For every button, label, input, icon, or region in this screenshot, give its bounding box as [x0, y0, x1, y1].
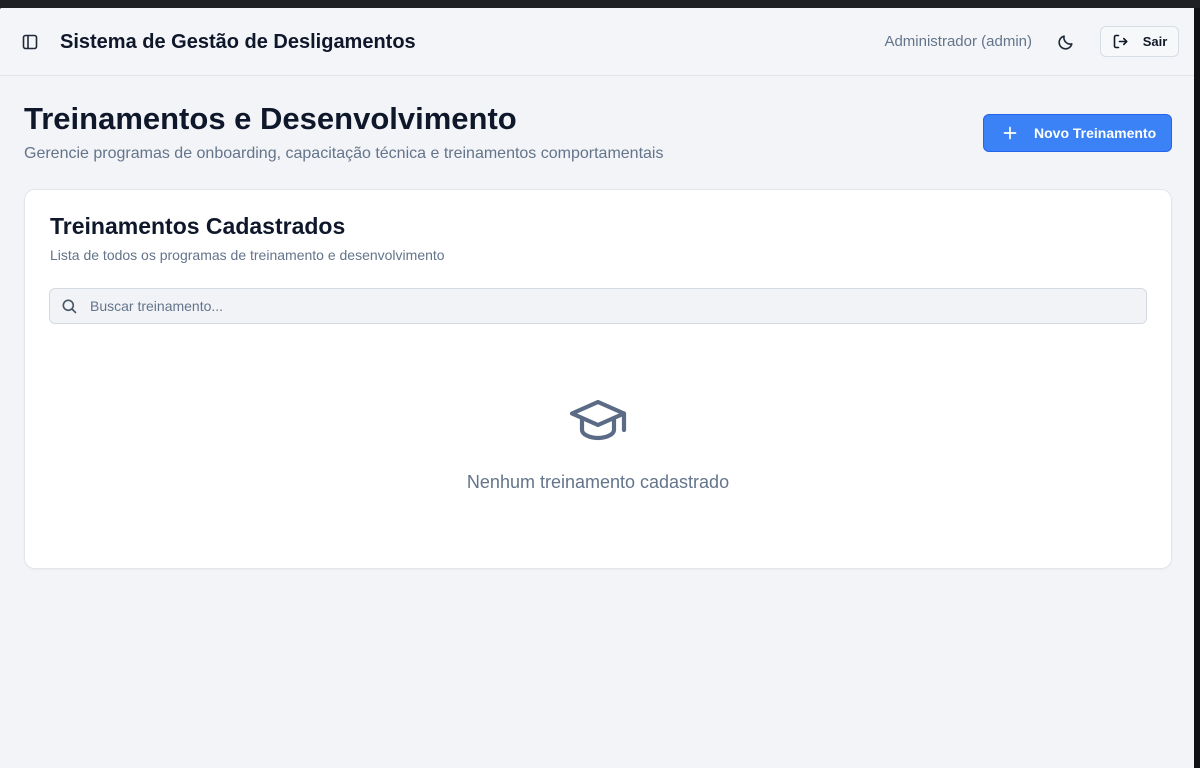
sidebar-toggle-button[interactable] [18, 30, 42, 54]
search-input[interactable] [90, 289, 1130, 323]
new-training-button-label: Novo Treinamento [1034, 125, 1157, 141]
current-user-label: Administrador (admin) [884, 33, 1032, 50]
moon-icon [1058, 35, 1073, 50]
logout-label: Sair [1142, 34, 1168, 49]
graduation-cap-icon [569, 399, 627, 441]
app-window: Sistema de Gestão de Desligamentos Admin… [0, 8, 1194, 768]
plus-icon [1003, 126, 1017, 140]
card-subtitle: Lista de todos os programas de treinamen… [50, 247, 445, 263]
page-title: Treinamentos e Desenvolvimento [24, 101, 517, 136]
card-title: Treinamentos Cadastrados [50, 213, 346, 239]
page-subtitle: Gerencie programas de onboarding, capaci… [24, 145, 664, 162]
new-training-button[interactable]: Novo Treinamento [983, 114, 1172, 152]
logout-button[interactable]: Sair [1100, 26, 1179, 57]
window-edge [1194, 8, 1200, 768]
logout-icon [1113, 34, 1128, 49]
trainings-card: Treinamentos Cadastrados Lista de todos … [24, 189, 1172, 569]
search-icon [62, 299, 77, 314]
sidebar-panel-icon [22, 34, 38, 50]
app-title: Sistema de Gestão de Desligamentos [60, 31, 416, 53]
search-field[interactable] [49, 288, 1147, 324]
top-navigation-bar: Sistema de Gestão de Desligamentos Admin… [0, 8, 1194, 76]
theme-toggle-button[interactable] [1052, 28, 1080, 56]
empty-state-message: Nenhum treinamento cadastrado [466, 472, 730, 492]
